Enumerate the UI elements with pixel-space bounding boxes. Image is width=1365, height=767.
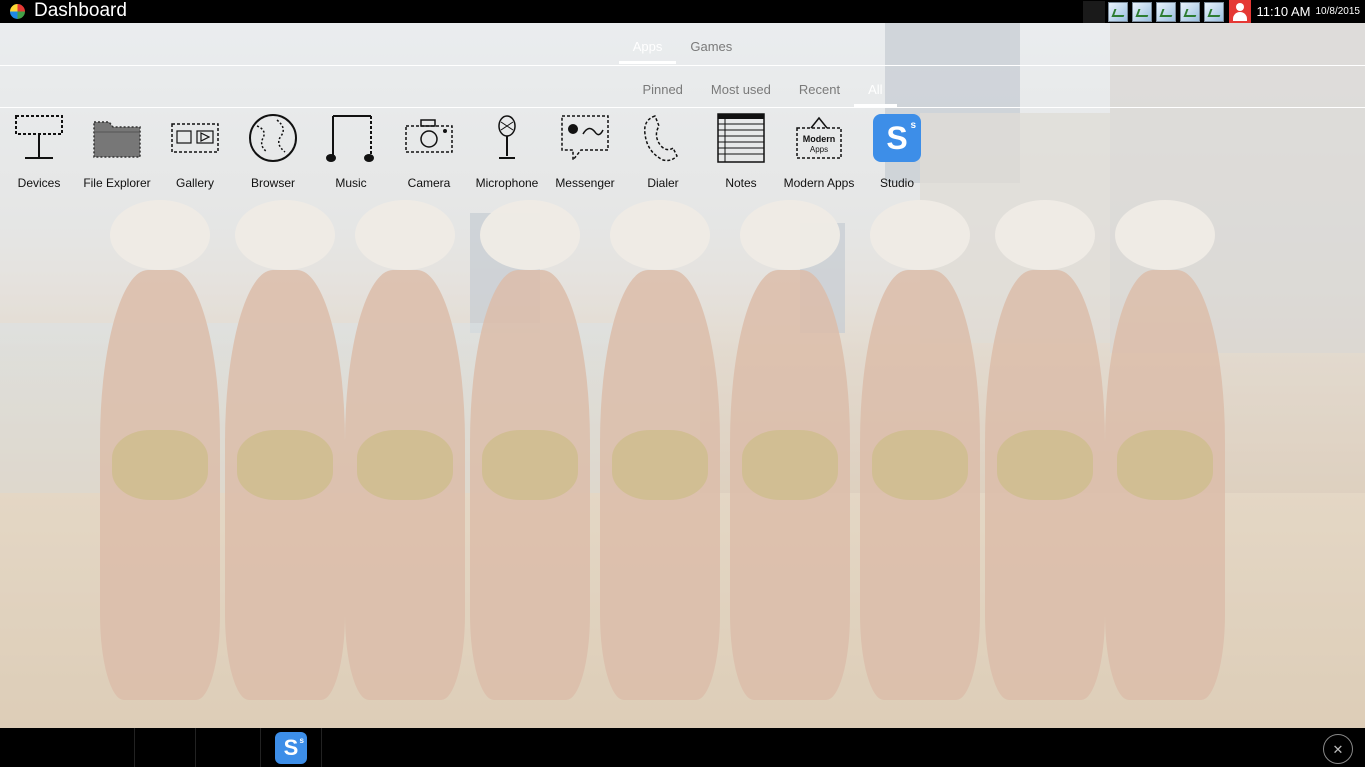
taskbar-slot[interactable]	[135, 728, 196, 767]
gallery-icon	[169, 112, 221, 164]
app-devices[interactable]: Devices	[0, 110, 78, 190]
tray-app-icon[interactable]	[1179, 1, 1200, 22]
tab-most-used[interactable]: Most used	[697, 77, 785, 107]
app-grid: Devices File Explorer Gallery Browser Mu…	[0, 110, 936, 190]
app-music[interactable]: Music	[312, 110, 390, 190]
studio-icon: Ss	[871, 112, 923, 164]
app-dialer[interactable]: Dialer	[624, 110, 702, 190]
tab-games[interactable]: Games	[676, 34, 746, 64]
taskbar-studio-icon[interactable]: Ss	[275, 732, 307, 764]
studio-icon-sup: s	[910, 120, 916, 131]
tray-app-icon[interactable]	[1203, 1, 1224, 22]
app-label: Devices	[17, 176, 61, 190]
primary-tabs: Apps Games	[0, 34, 1365, 64]
secondary-tabs: Pinned Most used Recent All	[0, 77, 1365, 107]
app-label: Studio	[879, 176, 915, 190]
tab-apps[interactable]: Apps	[618, 34, 677, 64]
user-icon[interactable]	[1228, 0, 1251, 23]
app-microphone[interactable]: Microphone	[468, 110, 546, 190]
folder-icon	[91, 112, 143, 164]
app-label: Modern Apps	[783, 176, 855, 190]
tab-pinned[interactable]: Pinned	[628, 77, 696, 107]
taskbar: Ss	[0, 728, 1365, 767]
app-camera[interactable]: Camera	[390, 110, 468, 190]
devices-icon	[13, 112, 65, 164]
studio-icon-letter: S	[886, 120, 908, 156]
clock-date: 10/8/2015	[1315, 6, 1361, 17]
microphone-icon	[481, 112, 533, 164]
app-label: Dialer	[647, 176, 679, 190]
music-note-icon	[325, 112, 377, 164]
tray-spacer	[1082, 0, 1105, 23]
notes-icon	[715, 112, 767, 164]
title-bar: Dashboard 11:10 AM 10/8/2015	[0, 0, 1365, 23]
close-icon[interactable]: ✕	[1323, 734, 1353, 764]
app-label: Browser	[250, 176, 295, 190]
app-messenger[interactable]: Messenger	[546, 110, 624, 190]
app-file-explorer[interactable]: File Explorer	[78, 110, 156, 190]
clock-time[interactable]: 11:10 AM	[1257, 4, 1311, 19]
app-label: Notes	[725, 176, 757, 190]
taskbar-studio-sup: s	[299, 736, 304, 745]
app-label: File Explorer	[83, 176, 151, 190]
tray-app-icon[interactable]	[1107, 1, 1128, 22]
app-label: Camera	[407, 176, 451, 190]
camera-icon	[403, 112, 455, 164]
app-label: Gallery	[175, 176, 214, 190]
app-label: Messenger	[555, 176, 615, 190]
chat-icon	[559, 112, 611, 164]
phone-icon	[637, 112, 689, 164]
system-tray: 11:10 AM 10/8/2015	[1082, 0, 1365, 23]
app-label: Microphone	[475, 176, 539, 190]
modern-apps-icon: Modern Apps	[793, 112, 845, 164]
taskbar-slot[interactable]	[196, 728, 261, 767]
globe-icon	[247, 112, 299, 164]
tray-app-icon[interactable]	[1131, 1, 1152, 22]
tab-recent[interactable]: Recent	[785, 77, 854, 107]
taskbar-studio-letter: S	[283, 735, 299, 760]
svg-text:Apps: Apps	[810, 145, 828, 154]
app-studio[interactable]: Ss Studio	[858, 110, 936, 190]
tab-divider	[0, 107, 1365, 108]
app-modern-apps[interactable]: Modern Apps Modern Apps	[780, 110, 858, 190]
app-logo-icon[interactable]	[10, 4, 25, 19]
tab-divider	[0, 65, 1365, 66]
app-label: Music	[335, 176, 367, 190]
tray-app-icon[interactable]	[1155, 1, 1176, 22]
window-title: Dashboard	[34, 0, 127, 21]
taskbar-slot[interactable]	[0, 728, 135, 767]
app-browser[interactable]: Browser	[234, 110, 312, 190]
tab-all[interactable]: All	[854, 77, 897, 107]
svg-text:Modern: Modern	[803, 134, 836, 144]
app-notes[interactable]: Notes	[702, 110, 780, 190]
app-gallery[interactable]: Gallery	[156, 110, 234, 190]
